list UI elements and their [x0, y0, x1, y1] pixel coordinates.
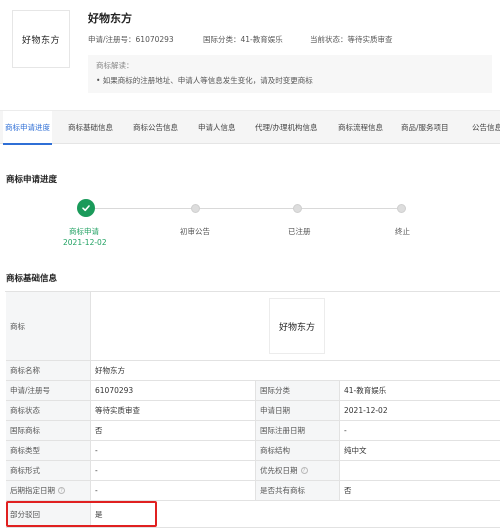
international-class: 国际分类：41-教育娱乐 [203, 35, 283, 44]
table-label: 商标状态 [6, 401, 91, 420]
table-label: 商标名称 [6, 361, 91, 380]
table-value: 等待实质审查 [91, 401, 256, 420]
table-value: 否 [91, 421, 256, 440]
tab-basic-info[interactable]: 商标基础信息 [68, 111, 113, 144]
basic-section-title: 商标基础信息 [6, 274, 58, 284]
tab-goods-services[interactable]: 商品/服务项目 [401, 111, 449, 144]
table-row: 国际商标 否 国际注册日期 - [6, 421, 500, 441]
table-label: 是否共有商标 [256, 481, 340, 500]
step-label: 初审公告 [180, 227, 210, 236]
table-value: 否 [340, 481, 500, 500]
red-highlight-box [6, 501, 157, 527]
step-label: 商标申请 [69, 227, 99, 236]
step-label: 终止 [395, 227, 410, 236]
table-row: 商标 好物东方 [6, 292, 500, 361]
table-label: 申请/注册号 [6, 381, 91, 400]
table-value [340, 461, 500, 480]
table-value: 41-教育娱乐 [340, 381, 500, 400]
tab-application-progress[interactable]: 商标申请进度 [3, 111, 52, 145]
tab-announcements[interactable]: 公告信息 [472, 111, 500, 144]
trademark-logo: 好物东方 [12, 10, 70, 68]
tab-applicant-info[interactable]: 申请人信息 [198, 111, 236, 144]
tab-agency-info[interactable]: 代理/办理机构信息 [255, 111, 318, 144]
note-title: 商标解读： [96, 61, 134, 70]
trademark-image-text: 好物东方 [278, 322, 315, 333]
note-text: • 如果商标的注册地址、申请人等信息发生变化，请及时变更商标 [96, 76, 313, 85]
table-row: 商标名称 好物东方 [6, 361, 500, 381]
table-label: 商标结构 [256, 441, 340, 460]
step-label: 已注册 [288, 227, 311, 236]
table-row: 商标类型 - 商标结构 纯中文 [6, 441, 500, 461]
table-label: 国际注册日期 [256, 421, 340, 440]
step-node [293, 204, 302, 213]
table-row: 商标状态 等待实质审查 申请日期 2021-12-02 [6, 401, 500, 421]
trademark-logo-text: 好物东方 [21, 35, 60, 46]
help-icon[interactable]: ? [58, 487, 65, 494]
table-label: 国际分类 [256, 381, 340, 400]
table-row: 后期指定日期? - 是否共有商标 否 [6, 481, 500, 501]
table-value: - [91, 441, 256, 460]
table-value: - [91, 481, 256, 500]
table-label: 优先权日期? [256, 461, 340, 480]
current-status: 当前状态：等待实质审查 [310, 35, 393, 44]
step-node [397, 204, 406, 213]
table-label: 商标形式 [6, 461, 91, 480]
table-row: 商标形式 - 优先权日期? [6, 461, 500, 481]
trademark-title: 好物东方 [88, 12, 132, 25]
table-row: 申请/注册号 61070293 国际分类 41-教育娱乐 [6, 381, 500, 401]
table-value: 61070293 [91, 381, 256, 400]
table-value: 2021-12-02 [340, 401, 500, 420]
progress-section-title: 商标申请进度 [6, 175, 58, 185]
table-label: 商标类型 [6, 441, 91, 460]
trademark-header: 好物东方 好物东方 申请/注册号：61070293 国际分类：41-教育娱乐 当… [0, 0, 500, 106]
basic-info-table: 商标 好物东方 商标名称 好物东方 申请/注册号 61070293 国际分类 4… [5, 291, 500, 528]
table-label: 后期指定日期? [6, 481, 91, 500]
table-label-text: 优先权日期 [260, 466, 298, 475]
table-value: - [340, 421, 500, 440]
table-value: - [91, 461, 256, 480]
trademark-image: 好物东方 [269, 298, 325, 354]
step-date: 2021-12-02 [63, 238, 107, 247]
table-value: 纯中文 [340, 441, 500, 460]
tab-process-info[interactable]: 商标流程信息 [338, 111, 383, 144]
table-value: 好物东方 [91, 361, 500, 380]
table-value: 好物东方 [91, 292, 500, 360]
tab-announcement-info[interactable]: 商标公告信息 [133, 111, 178, 144]
table-label: 国际商标 [6, 421, 91, 440]
table-label: 申请日期 [256, 401, 340, 420]
detail-tabs: 商标申请进度 商标基础信息 商标公告信息 申请人信息 代理/办理机构信息 商标流… [0, 110, 500, 145]
table-label: 商标 [6, 292, 91, 360]
step-node [191, 204, 200, 213]
table-label-text: 后期指定日期 [10, 486, 55, 495]
step-done-check-icon [77, 199, 95, 217]
progress-track [86, 208, 402, 209]
registration-number: 申请/注册号：61070293 [88, 35, 174, 44]
help-icon[interactable]: ? [300, 467, 308, 474]
trademark-note: 商标解读： • 如果商标的注册地址、申请人等信息发生变化，请及时变更商标 [88, 55, 492, 93]
